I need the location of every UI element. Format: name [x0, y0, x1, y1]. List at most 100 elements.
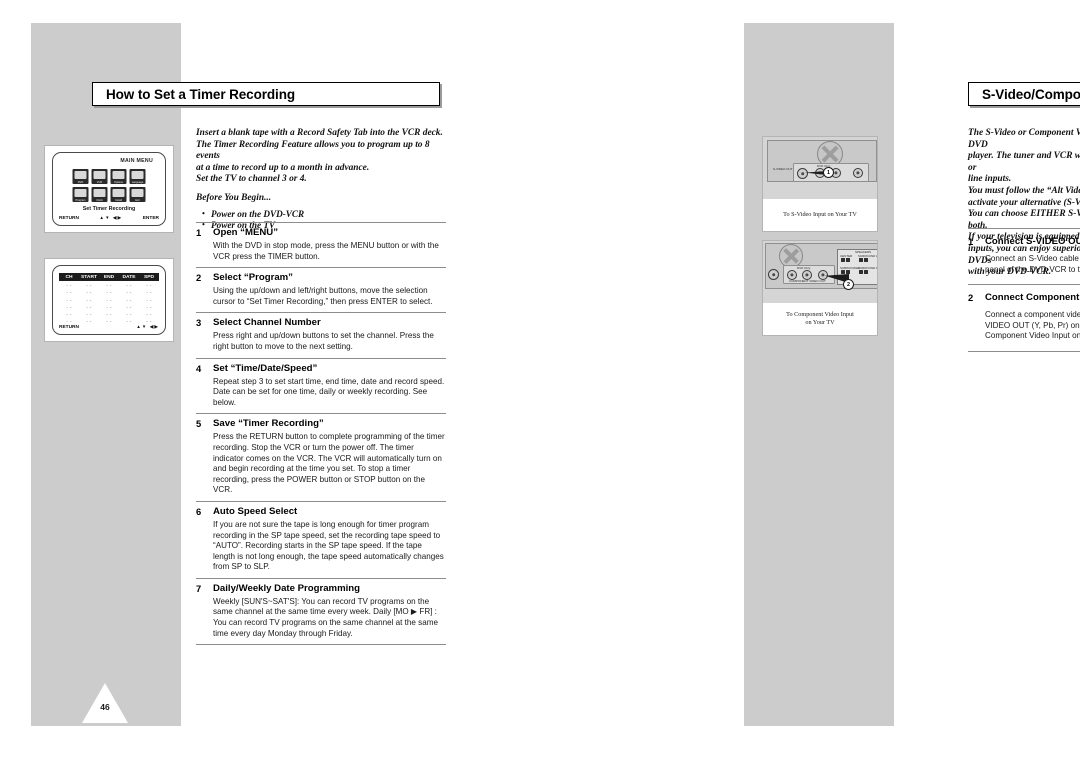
component-jack-label: COMPONENT VIDEO OUT: [789, 279, 826, 283]
timer-schedule-table: CH START END DATE SPD - -- -- -- -- -- -…: [59, 273, 159, 324]
step-title: Connect S-VIDEO OUT to TV: [985, 236, 1080, 247]
step-number: 2: [968, 292, 974, 304]
step-title: Select Channel Number: [213, 317, 321, 329]
timer-table-row[interactable]: - -- -- -- -- -: [59, 295, 159, 303]
menu-icon-dvd[interactable]: DVD: [72, 169, 89, 184]
timer-table-cell: - -: [106, 283, 112, 289]
timer-table-cell: - -: [146, 304, 152, 310]
svideo-back-panel-photo: DVD Only S-VIDEO OUT 1: [763, 137, 877, 199]
intro-right-line-2: player. The tuner and VCR will still be …: [968, 151, 1080, 173]
timer-table-cell: - -: [126, 290, 132, 296]
illustration-component-connection: DVD Only COMPONENT VIDEO OUT SPEAKERS CE…: [762, 240, 878, 336]
timer-col-date: DATE: [122, 274, 136, 280]
step-title: Set “Time/Date/Speed”: [213, 362, 318, 374]
calendar-icon: [74, 188, 87, 197]
component-caption: To Component Video Input on Your TV: [763, 302, 877, 335]
step-text: Repeat step 3 to set start time, end tim…: [213, 376, 445, 407]
svideo-out-jack: [797, 168, 808, 179]
speaker-terminal-pair: [859, 258, 868, 262]
osd-enter-label: ENTER: [142, 215, 159, 221]
component-caption-line-2: on Your TV: [805, 318, 835, 326]
svideo-jack-label: S-VIDEO OUT: [773, 167, 793, 171]
intro-right-line-5: activate your alternative (S-Video, Comp…: [968, 197, 1080, 208]
svideo-caption: To S-Video Input on Your TV: [783, 210, 857, 218]
timer-table-cell: - -: [146, 311, 152, 317]
timer-table-cell: - -: [86, 297, 92, 303]
menu-icon-clock[interactable]: Clock: [91, 187, 108, 202]
page-left: How to Set a Timer Recording MAIN MENU D…: [0, 0, 480, 763]
timer-table-cell: - -: [126, 297, 132, 303]
timer-table-header: CH START END DATE SPD: [59, 273, 159, 281]
menu-icon-exit[interactable]: Exit: [129, 187, 146, 202]
intro-left-line-3: at a time to record up to a month in adv…: [196, 162, 370, 173]
step-number: 2: [196, 272, 202, 284]
callout-badge-1: 1: [823, 167, 834, 178]
timer-table-row[interactable]: - -- -- -- -- -: [59, 288, 159, 295]
speaker-terminal: [864, 270, 868, 274]
step-item: 3 Select Channel Number Press right and up…: [196, 312, 446, 357]
tv-screen-main-menu: MAIN MENU DVD VCR Options Language Progr…: [52, 152, 166, 226]
timer-arrow-hint: ▲▼ ◀▶: [136, 324, 159, 329]
step-body: Select “Program” Using the up/down and le…: [213, 272, 446, 307]
timer-table-cell: - -: [106, 290, 112, 296]
step-body: Daily/Weekly Date Programming Weekly [SUN…: [213, 583, 446, 639]
step-text: Press right and up/down buttons to set t…: [213, 331, 434, 351]
step-text: If you are not sure the tape is long eno…: [213, 519, 444, 572]
step-body: Connect S-VIDEO OUT to TV Connect an S-Vi…: [985, 236, 1080, 275]
timer-table-row[interactable]: - -- -- -- -- -: [59, 303, 159, 310]
page-number-left-text: 46: [100, 702, 110, 712]
timer-table-cell: - -: [86, 283, 92, 289]
step-item: 1 Connect S-VIDEO OUT to TV Connect an S-V…: [968, 228, 1080, 284]
step-title: Connect Component Video Out to TV: [985, 292, 1080, 304]
menu-icon-language[interactable]: Language: [129, 169, 146, 184]
step-item: 5 Save “Timer Recording” Press the RETURN …: [196, 413, 446, 501]
speaker-terminal-pair: [841, 270, 850, 274]
steps-end-rule: [968, 350, 1080, 352]
step-text: With the DVD in stop mode, press the MEN…: [213, 241, 439, 261]
timer-table-row[interactable]: - -- -- -- -- -: [59, 281, 159, 288]
speaker-terminal: [864, 258, 868, 262]
speaker-terminal-pair: [859, 270, 868, 274]
timer-table-body: - -- -- -- -- -- -- -- -- -- -- -- -- --…: [59, 281, 159, 324]
step-title: Save “Timer Recording”: [213, 418, 324, 430]
intro-left-line-1: Insert a blank tape with a Record Safety…: [196, 128, 443, 138]
step-text: Connect a component video cable from the…: [985, 310, 1080, 341]
menu-icon-program[interactable]: Program: [72, 187, 89, 202]
step-number: 1: [968, 236, 974, 247]
timer-table-cell: - -: [106, 304, 112, 310]
timer-col-end: END: [103, 274, 115, 280]
timer-table-cell: - -: [86, 304, 92, 310]
main-menu-osd-bar: RETURN ▲▼ ◀▶ ENTER: [59, 215, 159, 221]
jack-group-label: DVD Only: [797, 265, 811, 270]
step-title: Open “MENU”: [213, 227, 279, 238]
osd-return-label: RETURN: [59, 215, 79, 221]
intro-right-line-4: You must follow the “Alt Video Out” inst…: [968, 185, 1080, 196]
main-menu-icon-grid: DVD VCR Options Language Program Clock I…: [72, 169, 146, 202]
step-title: Select “Program”: [213, 272, 293, 284]
speaker-terminal: [846, 258, 850, 262]
page-number-left: 46: [82, 683, 128, 723]
timer-table-cell: - -: [66, 283, 72, 289]
step-body: Connect Component Video Out to TV Connect…: [985, 292, 1080, 342]
step-item: 2Connect Component Video Out to TVConnec…: [968, 284, 1080, 351]
timer-col-ch: CH: [65, 274, 73, 280]
component-back-panel-photo: DVD Only COMPONENT VIDEO OUT SPEAKERS CE…: [763, 241, 877, 303]
step-number: 3: [196, 317, 202, 329]
timer-table-cell: - -: [146, 290, 152, 296]
speaker-terminal-pair: [841, 258, 850, 262]
menu-icon-install[interactable]: Install: [110, 187, 127, 202]
timer-table-cell: - -: [106, 311, 112, 317]
step-number: 6: [196, 505, 202, 517]
step-number: 5: [196, 418, 202, 430]
timer-table-cell: - -: [106, 297, 112, 303]
menu-icon-options[interactable]: Options: [110, 169, 127, 184]
timer-table-row[interactable]: - -- -- -- -- -: [59, 310, 159, 317]
timer-col-start: START: [81, 274, 97, 280]
page-title-left: How to Set a Timer Recording: [92, 82, 440, 106]
timer-osd-bar: RETURN ▲▼ ◀▶: [59, 324, 159, 330]
menu-icon-vcr[interactable]: VCR: [91, 169, 108, 184]
page-title-right-text: S-Video/Component Video Connections (for…: [982, 86, 1080, 102]
step-item: 4 Set “Time/Date/Speed” Repeat step 3 to s…: [196, 357, 446, 414]
timer-table-cell: - -: [86, 290, 92, 296]
step-title: Daily/Weekly Date Programming: [213, 582, 360, 594]
